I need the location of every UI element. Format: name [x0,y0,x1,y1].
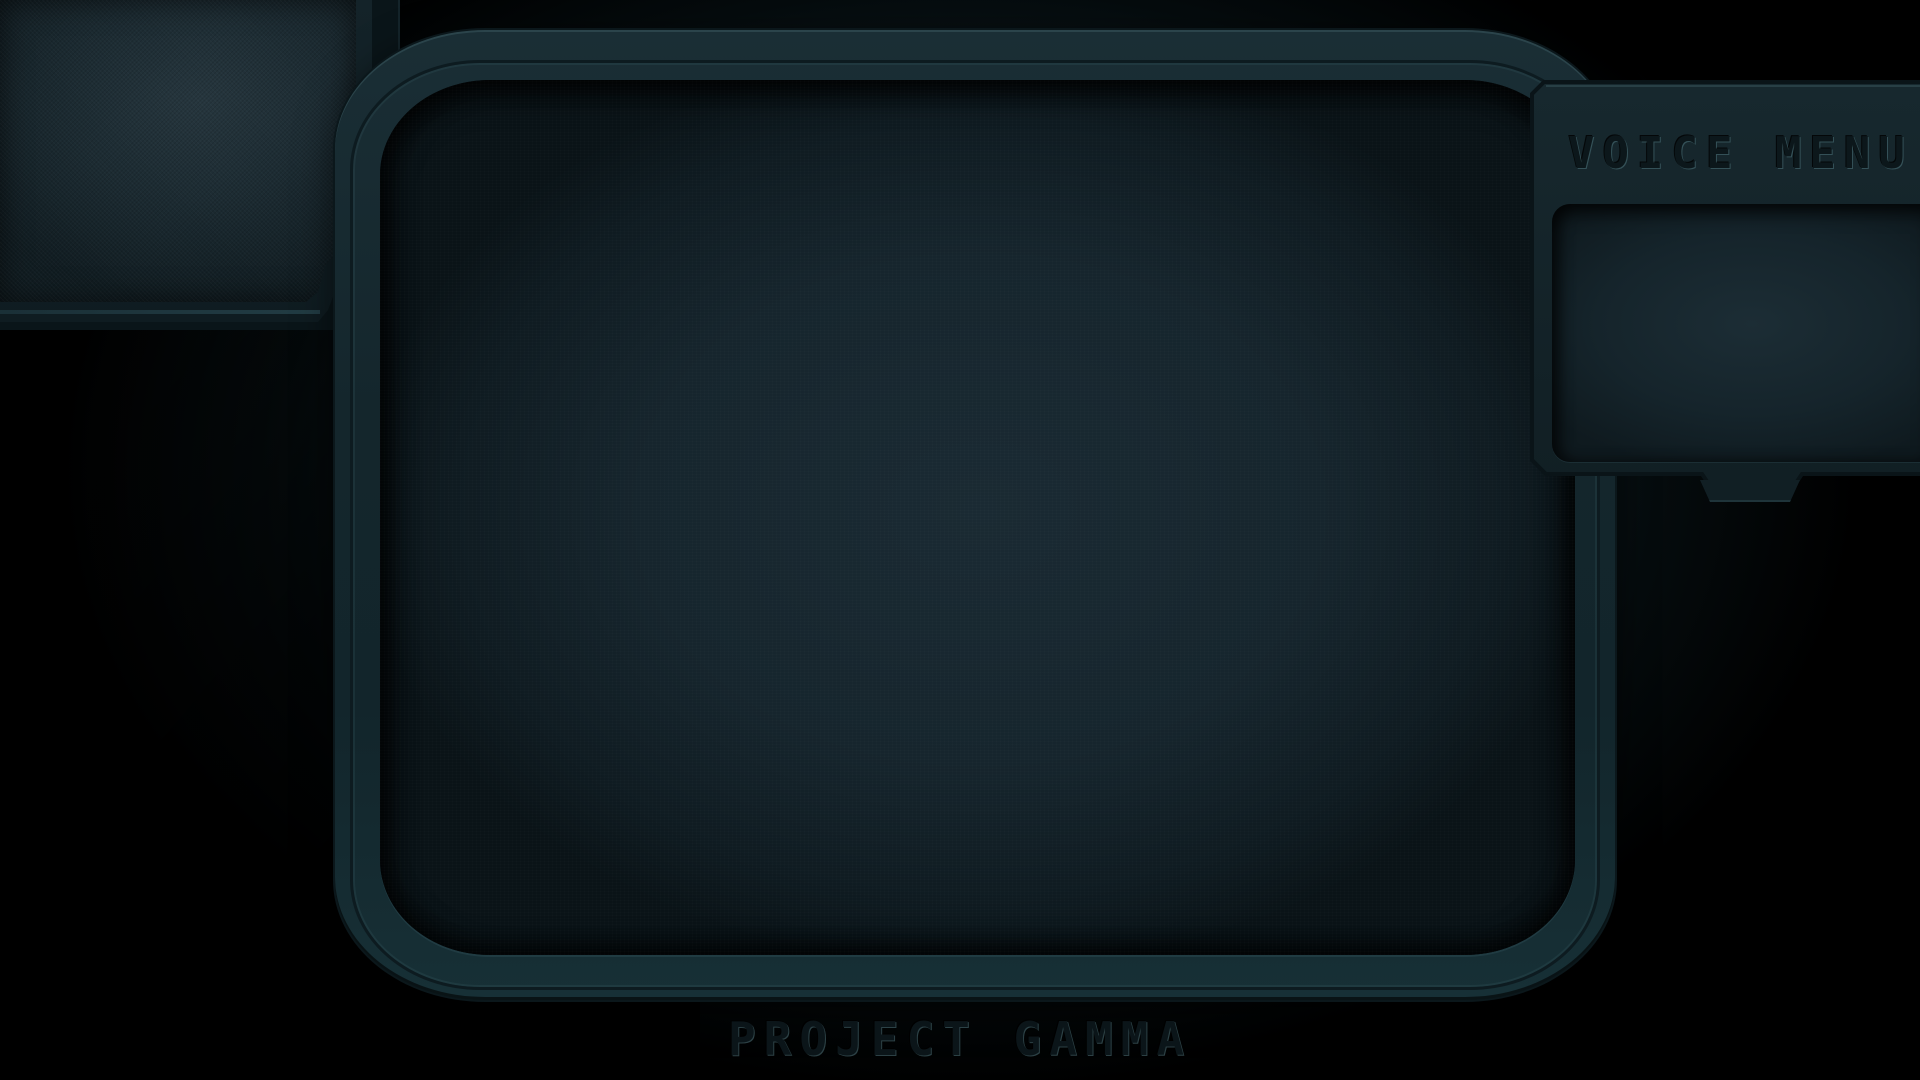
game-hud-screen: VOICE MENU PROJECT GAMMA [0,0,1920,1080]
voice-menu-title: VOICE MENU [1568,128,1913,179]
voice-menu-tab [1700,480,1800,502]
top-left-panel-screen [0,0,356,302]
voice-menu-content[interactable] [1552,204,1920,462]
project-title: PROJECT GAMMA [727,1012,1193,1066]
main-screen-display [380,80,1575,955]
top-left-panel-edge [0,310,320,314]
